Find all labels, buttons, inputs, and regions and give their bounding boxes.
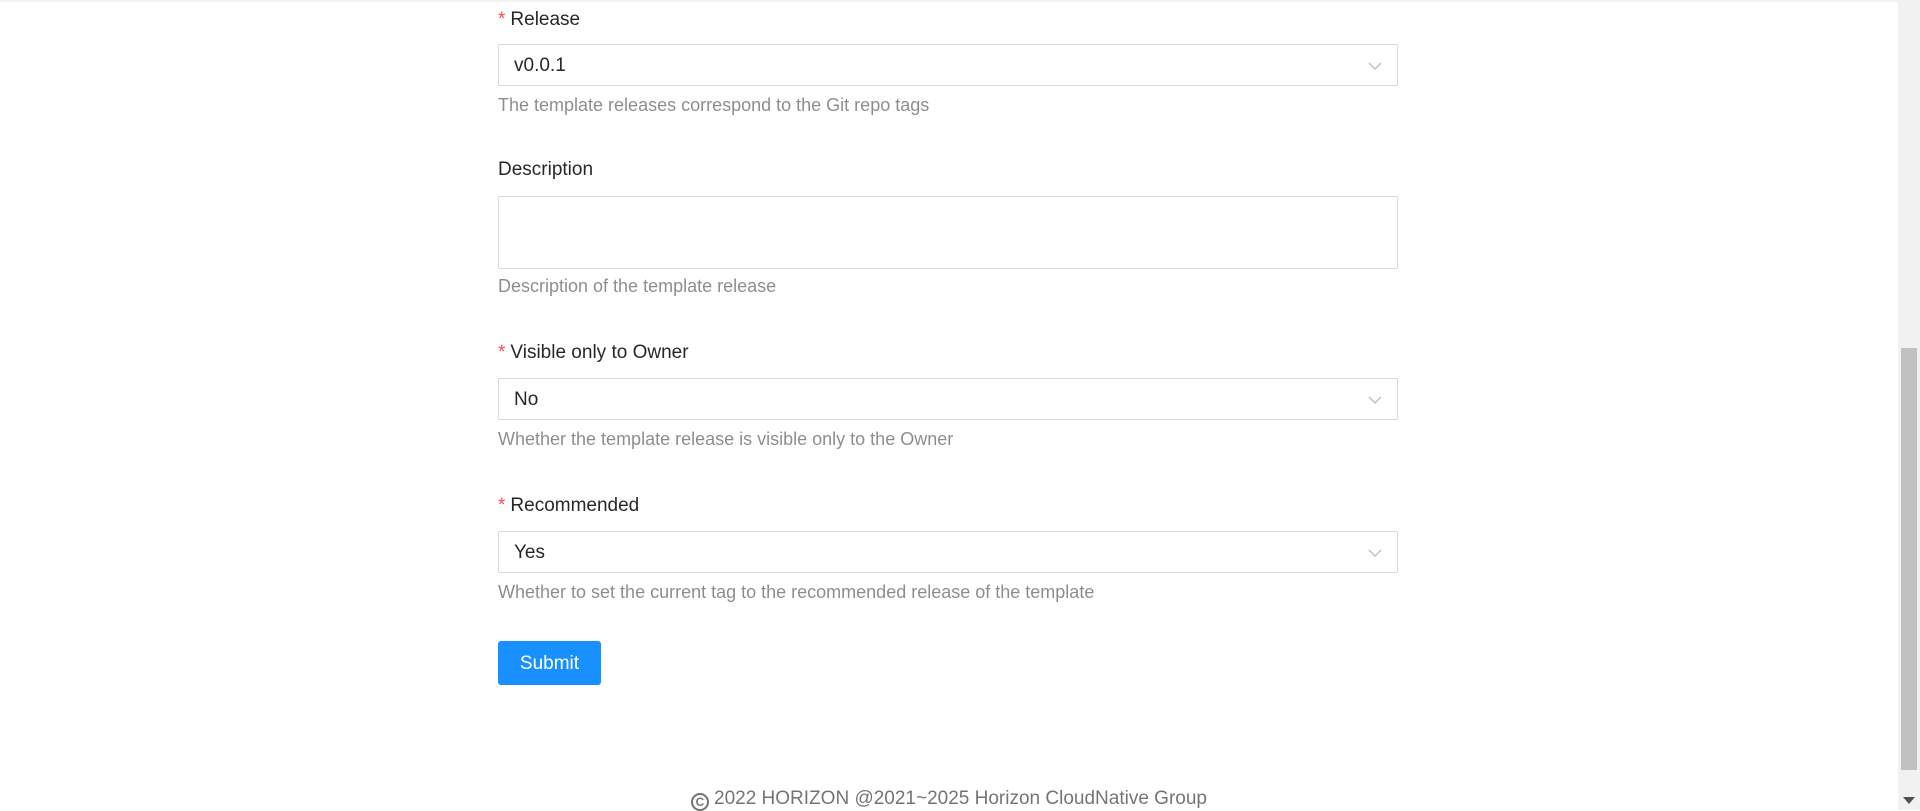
footer: C 2022 HORIZON @2021~2025 Horizon CloudNa… bbox=[0, 787, 1898, 811]
release-select-value: v0.0.1 bbox=[514, 55, 566, 76]
required-mark: * bbox=[498, 9, 506, 30]
submit-button[interactable]: Submit bbox=[498, 641, 601, 685]
release-select[interactable]: v0.0.1 bbox=[498, 44, 1398, 86]
chevron-down-icon bbox=[1368, 549, 1382, 557]
copyright-icon: C bbox=[691, 793, 710, 811]
footer-text: 2022 HORIZON @2021~2025 Horizon CloudNat… bbox=[714, 788, 1207, 809]
visible-only-owner-select[interactable]: No bbox=[498, 378, 1398, 420]
required-mark: * bbox=[498, 495, 506, 516]
recommended-help: Whether to set the current tag to the re… bbox=[498, 582, 1095, 602]
required-mark: * bbox=[498, 342, 506, 363]
description-label: Description bbox=[498, 159, 594, 180]
header-shadow bbox=[0, 0, 1898, 3]
recommended-select-value: Yes bbox=[514, 542, 545, 563]
vertical-scrollbar[interactable] bbox=[1898, 0, 1920, 810]
scrollbar-thumb[interactable] bbox=[1901, 348, 1917, 770]
recommended-label: * Recommended bbox=[498, 495, 640, 516]
description-help: Description of the template release bbox=[498, 276, 777, 296]
chevron-down-icon bbox=[1368, 62, 1382, 70]
visible-only-owner-help: Whether the template release is visible … bbox=[498, 429, 954, 449]
visible-only-owner-label: * Visible only to Owner bbox=[498, 342, 689, 363]
scroll-down-arrow-icon[interactable] bbox=[1903, 797, 1915, 804]
release-help: The template releases correspond to the … bbox=[498, 95, 930, 115]
release-label: * Release bbox=[498, 9, 581, 30]
visible-only-owner-select-value: No bbox=[514, 389, 539, 410]
chevron-down-icon bbox=[1368, 396, 1382, 404]
recommended-select[interactable]: Yes bbox=[498, 531, 1398, 573]
description-textarea[interactable] bbox=[498, 196, 1398, 269]
